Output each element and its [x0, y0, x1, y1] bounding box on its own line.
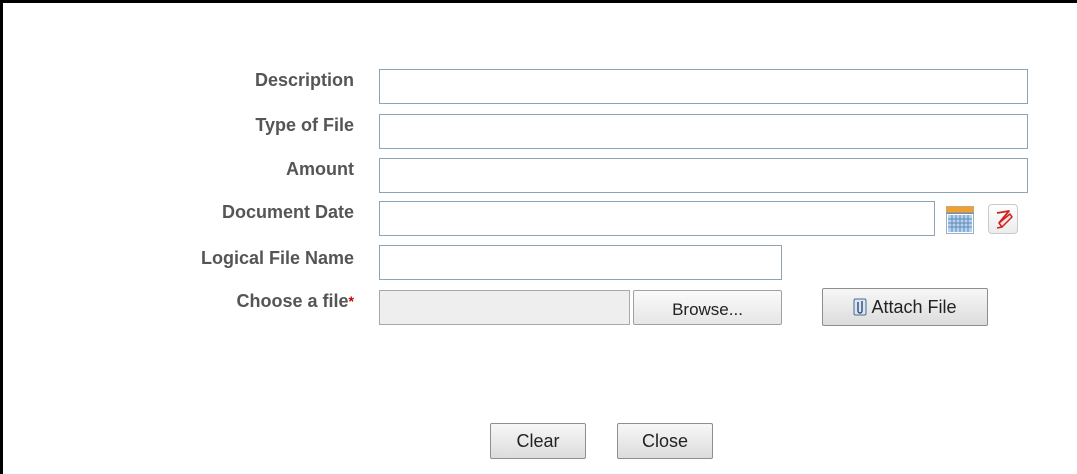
type-of-file-label: Type of File — [255, 115, 354, 135]
document-date-label: Document Date — [221, 202, 354, 222]
amount-label: Amount — [286, 159, 354, 179]
chosen-file-display — [379, 290, 630, 325]
type-of-file-input[interactable] — [379, 114, 1028, 149]
paperclip-icon — [853, 298, 867, 316]
calendar-button[interactable] — [945, 205, 975, 235]
logical-file-name-input[interactable] — [379, 245, 782, 280]
description-input[interactable] — [379, 69, 1028, 104]
choose-file-label: Choose a file* — [236, 291, 354, 311]
clear-date-button[interactable] — [988, 204, 1018, 234]
required-marker: * — [348, 293, 354, 309]
eraser-icon — [996, 210, 1013, 229]
attach-file-label: Attach File — [871, 296, 957, 317]
document-date-input[interactable] — [379, 201, 935, 236]
calendar-icon — [946, 206, 974, 234]
description-label: Description — [254, 70, 354, 90]
close-button[interactable]: Close — [617, 423, 713, 459]
attach-file-button[interactable]: Attach File — [822, 288, 988, 326]
logical-file-name-label: Logical File Name — [200, 248, 354, 268]
amount-input[interactable] — [379, 158, 1028, 193]
clear-button[interactable]: Clear — [490, 423, 586, 459]
browse-button[interactable]: Browse... — [633, 290, 782, 325]
